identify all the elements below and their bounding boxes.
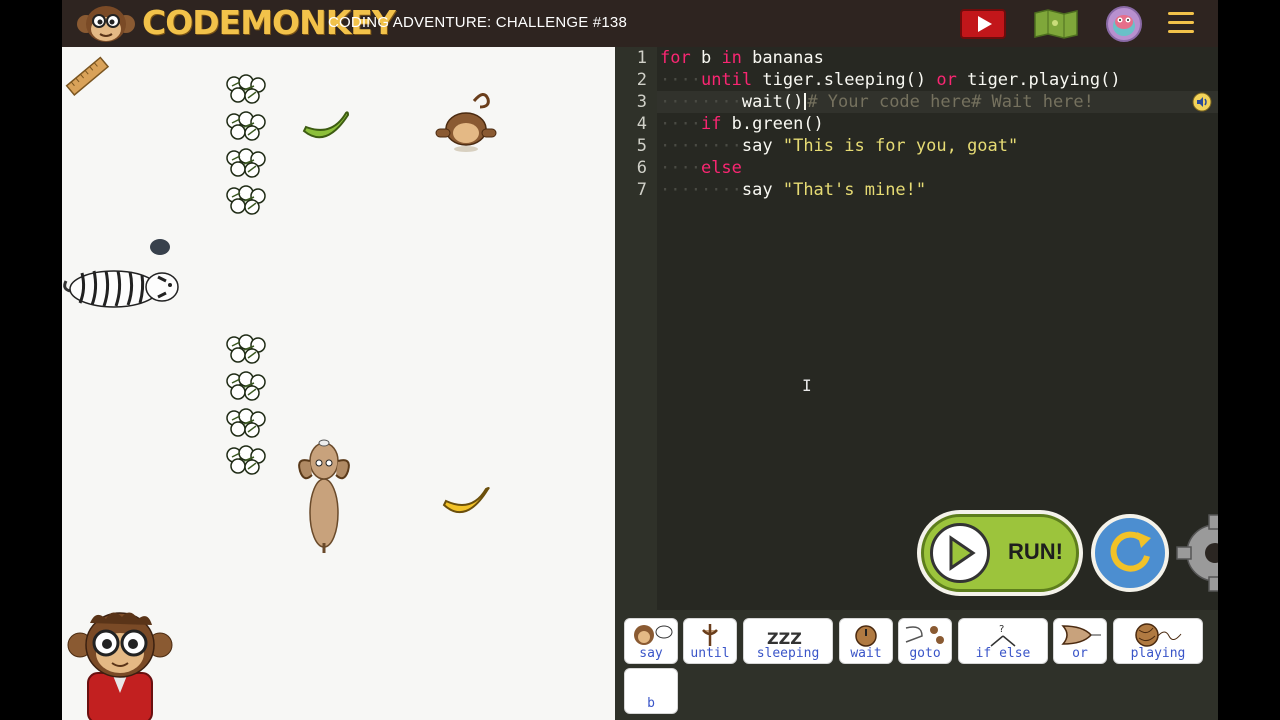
command-palette: say until ZZZ sleeping wait goto ? if el… [615,610,1218,720]
reset-icon [1110,531,1151,572]
indent-guide: ········ [660,92,742,112]
yellow-banana [442,487,490,514]
code-keyword: until [700,70,753,90]
play-icon [978,16,992,32]
play-icon [930,523,990,583]
palette-sleeping-button[interactable]: ZZZ sleeping [743,618,833,664]
palette-label: playing [1130,646,1186,661]
yarn-ball-icon [1135,623,1182,647]
monkey-character [435,93,497,152]
indent-guide: ········ [660,180,742,200]
goat-character [298,439,350,553]
code-line-1[interactable]: for b in bananas [660,48,824,68]
run-label: RUN! [1008,539,1063,564]
top-bar: CODEMONKEY CODING ADVENTURE: CHALLENGE #… [62,0,1218,47]
reset-button[interactable] [1091,514,1169,592]
code-text: bananas [741,48,824,68]
game-stage [62,47,615,720]
sleeping-zzz-icon: ZZZ [767,629,802,648]
code-line-7[interactable]: ········say "That's mine!" [660,180,926,200]
gear-icon[interactable] [1175,513,1218,593]
codemonkey-app: CODEMONKEY CODING ADVENTURE: CHALLENGE #… [62,0,1218,720]
line-number: 7 [636,180,647,200]
palette-if-else-button[interactable]: ? if else [958,618,1048,664]
goto-arrow-icon [905,626,944,644]
text-caret [804,93,807,110]
code-keyword: or [936,70,957,90]
line-number: 2 [636,70,647,90]
bush-column-bottom [226,334,266,475]
code-comment: # Your code here# Wait here! [807,92,1094,112]
line-number: 5 [636,136,647,156]
palette-say-button[interactable]: say [624,618,678,664]
code-text: say [741,180,783,200]
palette-label: b [647,696,655,711]
palette-label: sleeping [756,646,820,661]
palette-label: if else [975,646,1031,661]
tiger-character [63,270,179,308]
green-banana [302,111,350,139]
monkey-logo-icon[interactable] [72,4,140,44]
line-number-gutter: 1 2 3 4 5 6 7 [615,47,657,610]
palette-label: until [690,646,730,661]
indent-guide: ···· [660,70,701,90]
code-string: "That's mine!" [782,180,927,200]
palette-until-button[interactable]: until [683,618,737,664]
code-text: wait() [741,92,804,112]
or-gate-icon [1061,625,1101,645]
indent-guide: ···· [660,114,701,134]
palette-b-button[interactable]: b [624,668,678,714]
indent-guide: ········ [660,136,742,156]
line-number: 4 [636,114,647,134]
palette-label: say [639,646,663,661]
clock-icon [855,625,877,647]
rock [150,239,170,255]
code-text: b.green() [721,114,824,134]
code-line-6[interactable]: ····else [660,158,742,178]
challenge-title: CODING ADVENTURE: CHALLENGE #138 [328,14,627,31]
speaker-icon[interactable] [1192,92,1212,112]
monkey-speech-icon [634,625,673,645]
hamburger-menu-icon[interactable] [1168,12,1194,36]
code-line-5[interactable]: ········say "This is for you, goat" [660,136,1018,156]
video-button[interactable] [960,9,1006,39]
map-icon[interactable] [1033,9,1079,39]
user-avatar[interactable] [1106,6,1142,42]
line-number: 1 [636,48,647,68]
code-line-2[interactable]: ····until tiger.sleeping() or tiger.play… [660,70,1121,90]
code-line-4[interactable]: ····if b.green() [660,114,824,134]
run-button[interactable]: RUN! [917,510,1083,596]
text-cursor-icon: I [802,376,812,395]
hourglass-icon [702,624,718,646]
branch-arrows-icon: ? [990,624,1016,647]
indent-guide: ···· [660,158,701,178]
code-keyword: else [700,158,742,178]
code-string: "This is for you, goat" [782,136,1019,156]
code-text: tiger.playing() [956,70,1121,90]
code-keyword: if [700,114,722,134]
ruler-icon[interactable] [64,53,112,101]
code-text: b [690,48,722,68]
code-keyword: for [660,48,691,68]
palette-goto-button[interactable]: goto [898,618,952,664]
bush-column-top [226,74,266,215]
palette-wait-button[interactable]: wait [839,618,893,664]
line-number: 3 [636,92,647,112]
palette-label: or [1072,646,1088,661]
palette-label: wait [850,646,882,661]
palette-playing-button[interactable]: playing [1113,618,1203,664]
code-keyword: in [721,48,742,68]
svg-text:?: ? [999,624,1004,635]
palette-label: goto [909,646,941,661]
code-line-3[interactable]: ········wait() # Your code here# Wait her… [660,92,1094,112]
code-text: say [741,136,783,156]
line-number: 6 [636,158,647,178]
palette-or-button[interactable]: or [1053,618,1107,664]
code-editor[interactable]: 1 2 3 4 5 6 7 for b in bananas ····until… [615,47,1218,610]
hero-monkey-character [67,612,173,720]
code-text: tiger.sleeping() [752,70,937,90]
